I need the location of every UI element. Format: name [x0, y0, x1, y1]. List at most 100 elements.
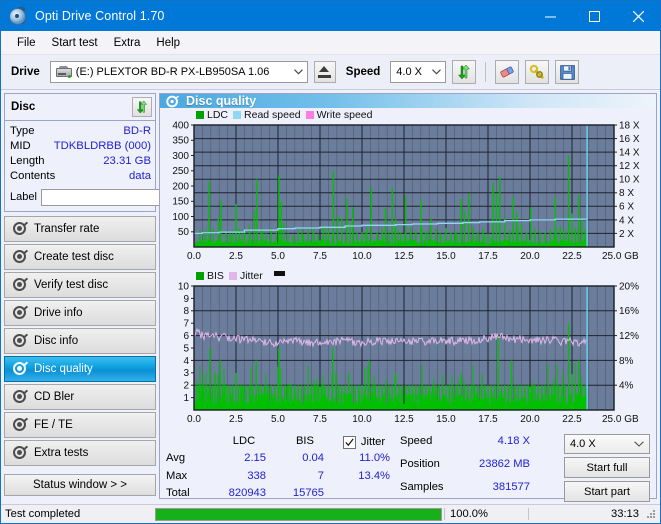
- position-key: Position: [400, 458, 440, 470]
- sidebar-item-disc-info[interactable]: Disc info: [4, 328, 156, 354]
- gear-icon: [13, 361, 29, 376]
- svg-text:300: 300: [172, 151, 189, 162]
- speed-select[interactable]: 4.0 X: [390, 61, 447, 83]
- eject-button[interactable]: [313, 61, 336, 83]
- sidebar-item-fe-te[interactable]: FE / TE: [4, 412, 156, 438]
- tools-button[interactable]: [525, 60, 550, 84]
- stats-max-bis: 7: [317, 469, 324, 482]
- jitter-toggle[interactable]: Jitter: [334, 434, 394, 450]
- bis-jitter-chart: 10 9 8 7 6 5 4 3 2 1 20% 16% 12% 8% 4% 0.0 2.5 5.0 7.5 10.0…: [160, 282, 656, 430]
- svg-text:8: 8: [183, 306, 189, 317]
- test-speed-value: 4.0 X: [570, 438, 596, 450]
- disc-type-value: BD-R: [123, 125, 151, 137]
- svg-text:2.5: 2.5: [229, 414, 243, 425]
- disc-panel-title: Disc: [11, 101, 36, 113]
- eraser-icon: [500, 66, 514, 78]
- toolbar: Drive (E:) PLEXTOR BD-R PX-LB950SA 1.06 …: [1, 55, 660, 90]
- sidebar-item-transfer-rate[interactable]: Transfer rate: [4, 216, 156, 242]
- save-button[interactable]: [555, 60, 580, 84]
- start-part-button[interactable]: Start part: [564, 481, 650, 502]
- test-speed-select[interactable]: 4.0 X: [564, 434, 650, 454]
- elapsed-time: 33:13: [528, 508, 645, 520]
- start-full-button[interactable]: Start full: [564, 457, 650, 478]
- progress-bar: [155, 507, 442, 521]
- gear-icon: [13, 249, 29, 264]
- svg-text:20.0: 20.0: [520, 414, 540, 425]
- sidebar-item-label: Transfer rate: [34, 223, 100, 235]
- svg-text:25.0 GB: 25.0 GB: [602, 251, 639, 262]
- svg-text:400: 400: [172, 121, 189, 131]
- chevron-down-icon: [432, 62, 442, 82]
- svg-text:5: 5: [183, 343, 189, 354]
- minimize-icon[interactable]: [528, 1, 572, 31]
- svg-text:18 X: 18 X: [619, 121, 640, 131]
- svg-text:2: 2: [183, 381, 189, 392]
- maximize-icon[interactable]: [572, 1, 616, 31]
- svg-text:7: 7: [183, 319, 189, 330]
- gear-icon: [13, 445, 29, 460]
- window-controls: [528, 1, 660, 31]
- stats-total-ldc: 820943: [228, 486, 266, 499]
- disc-label-row: Label: [10, 187, 248, 207]
- erase-button[interactable]: [495, 60, 520, 84]
- resize-grip-icon[interactable]: [645, 508, 657, 520]
- svg-text:20%: 20%: [619, 282, 639, 292]
- menu-extra[interactable]: Extra: [106, 34, 149, 52]
- progress-percent: 100.0%: [444, 508, 528, 520]
- sidebar-item-create-test-disc[interactable]: Create test disc: [4, 244, 156, 270]
- gear-icon: [13, 277, 29, 292]
- svg-text:22.5: 22.5: [562, 251, 582, 262]
- menu-file[interactable]: File: [9, 34, 44, 52]
- main-panel: Disc quality LDC Read speed Write speed: [159, 93, 657, 502]
- disc-panel-header: Disc: [5, 94, 155, 121]
- svg-text:5.0: 5.0: [271, 414, 285, 425]
- speed-label: Speed: [345, 66, 381, 78]
- disc-properties: Type BD-R MID TDKBLDRBB (000) Length 23.…: [5, 121, 248, 211]
- svg-text:4: 4: [183, 356, 189, 367]
- nav-list: Transfer rate Create test disc Verify te…: [4, 216, 156, 466]
- stats-row-avg-label: Avg: [166, 452, 186, 465]
- stats-corner: [166, 434, 212, 450]
- disc-refresh-button[interactable]: [132, 97, 152, 117]
- sidebar-item-drive-info[interactable]: Drive info: [4, 300, 156, 326]
- disc-info-panel: Disc Type BD-R MID TDKBLDRBB (000) Lengt…: [4, 93, 248, 212]
- statistics-panel: LDC BIS Jitter Avg 2.15 0.04 11.0% Max 3…: [160, 430, 656, 502]
- sidebar-item-verify-test-disc[interactable]: Verify test disc: [4, 272, 156, 298]
- svg-text:150: 150: [172, 197, 189, 208]
- svg-text:4 X: 4 X: [619, 215, 634, 226]
- svg-text:2.5: 2.5: [229, 251, 243, 262]
- eject-icon: [318, 66, 332, 78]
- refresh-button[interactable]: [452, 60, 477, 84]
- status-bar: Test completed 100.0% 33:13: [1, 504, 660, 523]
- drive-select[interactable]: (E:) PLEXTOR BD-R PX-LB950SA 1.06: [49, 61, 308, 83]
- svg-text:10 X: 10 X: [619, 175, 640, 186]
- sidebar-item-extra-tests[interactable]: Extra tests: [4, 440, 156, 466]
- menu-start-test[interactable]: Start test: [44, 34, 106, 52]
- stats-row-total-label: Total: [166, 486, 190, 499]
- sidebar: Disc Type BD-R MID TDKBLDRBB (000) Lengt…: [1, 90, 248, 499]
- svg-text:200: 200: [172, 181, 189, 192]
- sidebar-item-label: FE / TE: [34, 419, 73, 431]
- svg-text:10.0: 10.0: [352, 251, 372, 262]
- legend-read-speed: Read speed: [233, 109, 301, 121]
- gear-icon: [13, 333, 29, 348]
- sidebar-item-disc-quality[interactable]: Disc quality: [4, 356, 156, 382]
- legend-swatch-write-speed: [305, 111, 314, 119]
- sidebar-item-cd-bler[interactable]: CD Bler: [4, 384, 156, 410]
- disc-contents-value: data: [129, 170, 151, 182]
- disc-row-mid: MID TDKBLDRBB (000): [10, 139, 151, 154]
- jitter-checkbox[interactable]: [342, 435, 356, 449]
- svg-text:10.0: 10.0: [352, 414, 372, 425]
- status-window-button[interactable]: Status window > >: [4, 474, 156, 496]
- close-icon[interactable]: [616, 1, 660, 31]
- sidebar-item-label: Create test disc: [34, 251, 114, 263]
- ldc-chart-legend: LDC Read speed Write speed: [160, 108, 656, 121]
- gear-icon: [13, 305, 29, 320]
- svg-text:12%: 12%: [619, 331, 639, 342]
- menu-help[interactable]: Help: [148, 34, 188, 52]
- chevron-down-icon: [634, 435, 644, 453]
- sidebar-item-label: Disc info: [34, 335, 79, 347]
- svg-text:20.0: 20.0: [520, 251, 540, 262]
- gear-icon: [13, 221, 29, 236]
- svg-text:4%: 4%: [619, 381, 634, 392]
